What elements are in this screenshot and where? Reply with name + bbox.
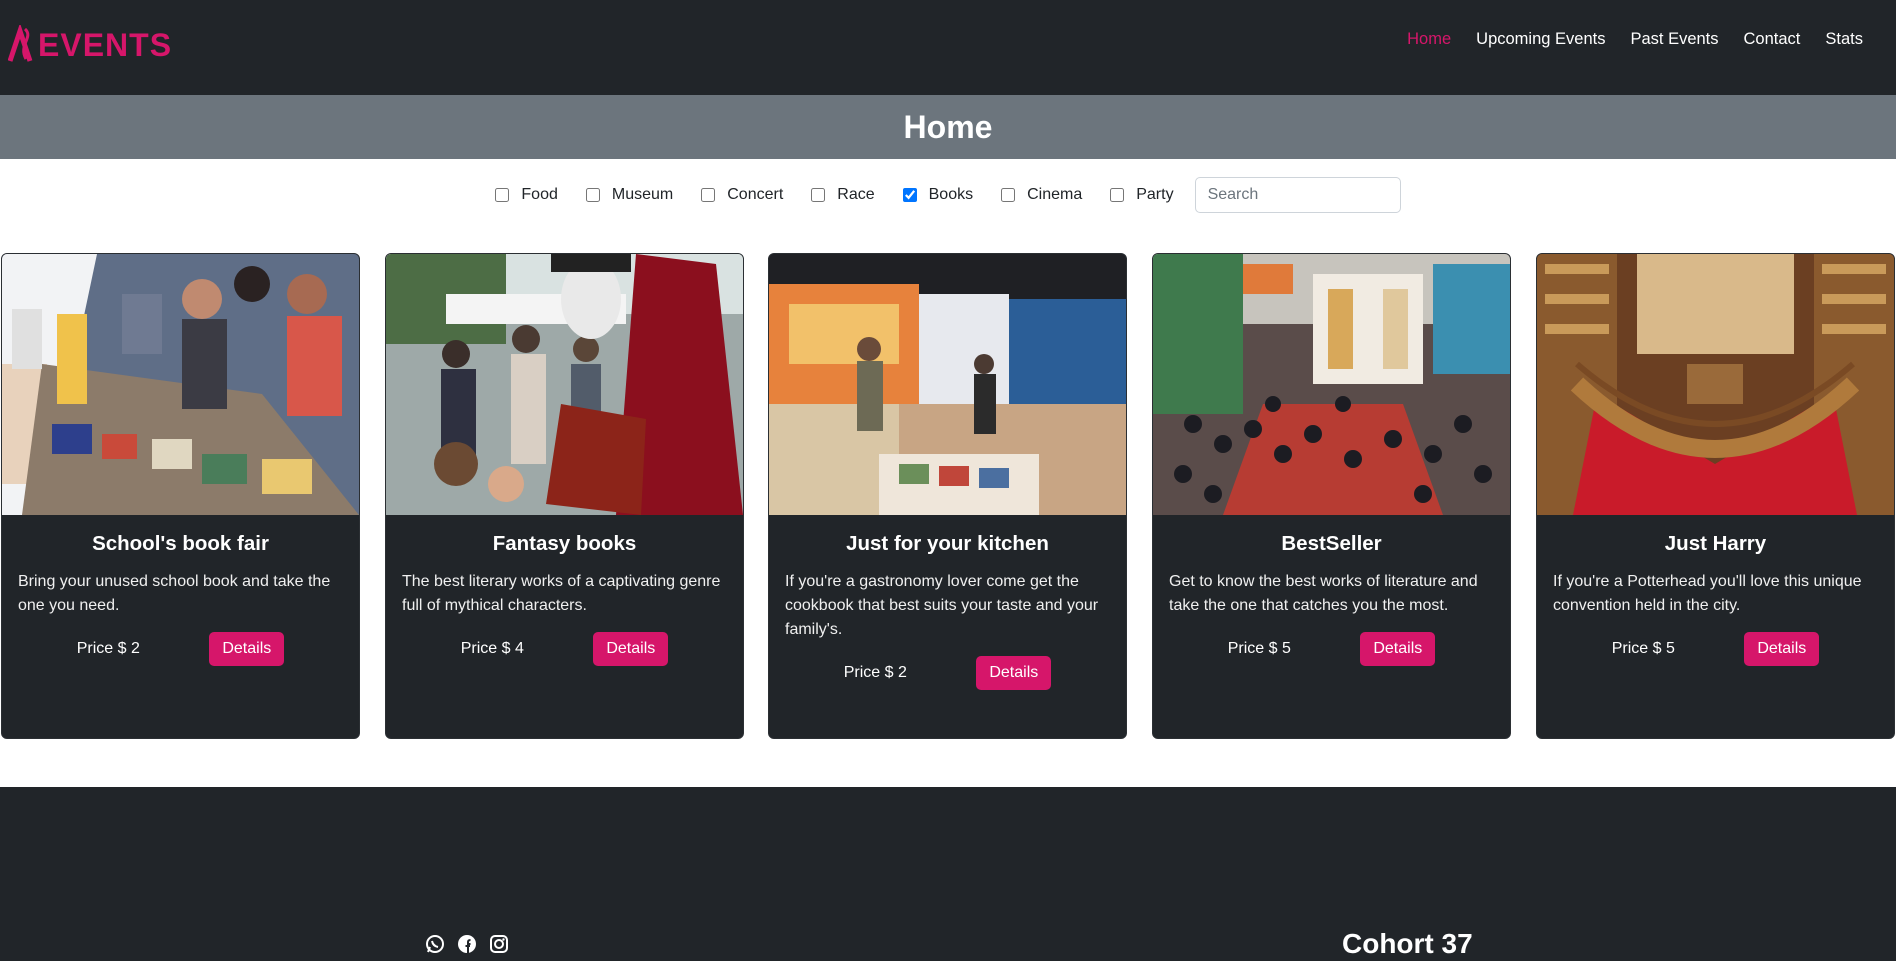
event-title: Fantasy books [492,532,637,555]
filter-books-checkbox[interactable] [902,188,917,202]
filter-food-label: Food [521,186,558,203]
event-cards-grid: School's book fair Bring your unused sch… [1,253,1896,739]
nav-home[interactable]: Home [1407,30,1451,49]
event-title: Just for your kitchen [846,532,1049,555]
nav-stats[interactable]: Stats [1825,30,1863,49]
event-image [1153,254,1510,515]
event-image [769,254,1126,515]
event-price: Price $ 5 [1611,640,1675,657]
event-description: If you're a Potterhead you'll love this … [1553,573,1862,614]
page-title-banner: Home [0,95,1896,159]
event-card: Just for your kitchen If you're a gastro… [768,253,1127,739]
filter-books[interactable]: Books [902,186,974,204]
filter-food-checkbox[interactable] [495,188,510,202]
filter-race-checkbox[interactable] [811,188,826,202]
details-button[interactable]: Details [1744,632,1820,666]
filter-party[interactable]: Party [1110,186,1174,204]
cohort-label: Cohort 37 [1342,928,1473,959]
whatsapp-icon[interactable] [424,933,446,955]
event-title: BestSeller [1281,532,1382,555]
filter-museum[interactable]: Museum [585,186,674,204]
filter-race[interactable]: Race [811,186,875,204]
search-input[interactable] [1194,177,1401,213]
nav-contact[interactable]: Contact [1744,30,1801,49]
event-price: Price $ 2 [76,640,140,657]
event-card: Fantasy books The best literary works of… [385,253,744,739]
filter-concert[interactable]: Concert [701,186,783,204]
event-card: Just Harry If you're a Potterhead you'll… [1536,253,1895,739]
event-description: Get to know the best works of literature… [1169,573,1478,614]
event-description: The best literary works of a captivating… [402,573,721,614]
event-image [2,254,359,515]
social-links [424,933,510,955]
instagram-icon[interactable] [488,933,510,955]
details-button[interactable]: Details [1360,632,1436,666]
filter-concert-checkbox[interactable] [701,188,716,202]
event-card: BestSeller Get to know the best works of… [1152,253,1511,739]
filter-cinema[interactable]: Cinema [1001,186,1082,204]
logo-text: EVENTS [38,26,173,63]
details-button[interactable]: Details [976,656,1052,690]
event-description: Bring your unused school book and take t… [18,573,331,614]
main-nav: Home Upcoming Events Past Events Contact… [1407,30,1863,49]
facebook-icon[interactable] [456,933,478,955]
event-card: School's book fair Bring your unused sch… [1,253,360,739]
filter-museum-checkbox[interactable] [585,188,600,202]
filter-museum-label: Museum [611,186,674,203]
event-price: Price $ 2 [843,664,907,681]
filter-concert-label: Concert [727,186,784,203]
event-image [1537,254,1894,515]
filter-cinema-label: Cinema [1027,186,1083,203]
brand-logo[interactable]: EVENTS [8,22,172,68]
filter-party-checkbox[interactable] [1110,188,1125,202]
filter-race-label: Race [837,186,875,203]
details-button[interactable]: Details [209,632,285,666]
page-footer: Cohort 37 [0,787,1896,961]
event-image [386,254,743,515]
event-price: Price $ 4 [460,640,524,657]
event-title: Just Harry [1664,532,1767,555]
page-title: Home [903,108,993,145]
logo-mark-icon [8,25,33,62]
filter-food[interactable]: Food [495,186,558,204]
nav-upcoming-events[interactable]: Upcoming Events [1476,30,1605,49]
filter-party-label: Party [1136,186,1174,203]
details-button[interactable]: Details [593,632,669,666]
filter-books-label: Books [928,186,974,203]
category-filters: Food Museum Concert Race Books Cinema Pa… [0,175,1896,215]
nav-past-events[interactable]: Past Events [1630,30,1718,49]
event-price: Price $ 5 [1227,640,1291,657]
event-description: If you're a gastronomy lover come get th… [785,573,1099,638]
event-title: School's book fair [92,532,269,555]
top-navbar: EVENTS Home Upcoming Events Past Events … [0,0,1896,95]
filter-cinema-checkbox[interactable] [1001,188,1016,202]
